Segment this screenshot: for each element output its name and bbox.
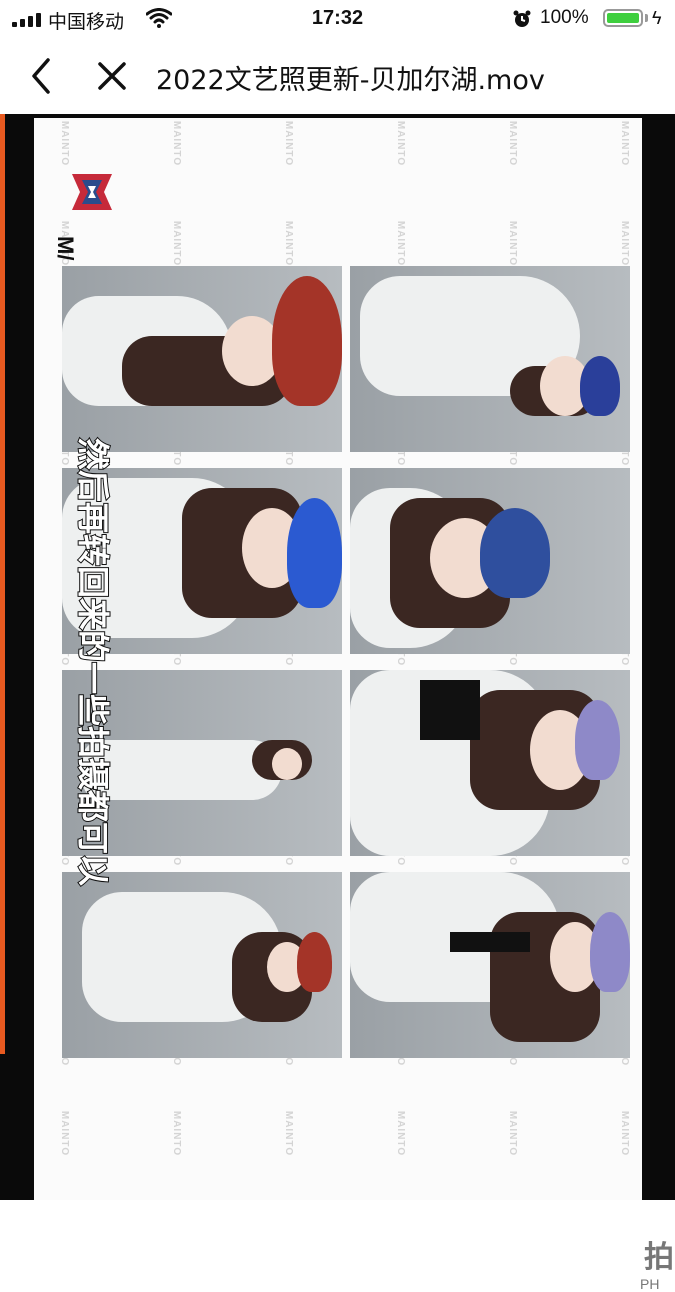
watermark-glyph: 拍 xyxy=(644,1241,674,1274)
photo-8 xyxy=(350,872,630,1058)
watermark-text: MAINTO xyxy=(395,220,407,267)
subtitle-caption: 然后再转回来的一些拍摄都可以 xyxy=(73,437,113,887)
watermark-text: MAINTO xyxy=(507,120,519,167)
watermark-text: MAINTO xyxy=(59,120,71,167)
watermark-text: MAINTO xyxy=(507,1110,519,1157)
video-frame: MAINTO MAINTO MAINTO MAINTO MAINTO MAINTO MAIN… xyxy=(34,118,642,1200)
watermark-text: MAINTO xyxy=(171,220,183,267)
nav-bar: 2022文艺照更新-贝加尔湖.mov xyxy=(0,36,675,114)
photo-6 xyxy=(350,670,630,856)
photo-4 xyxy=(350,468,630,654)
watermark-text: MAINTO xyxy=(619,120,631,167)
watermark-text: MAINTO xyxy=(171,120,183,167)
bolt-icon: ϟ xyxy=(652,8,662,28)
close-icon[interactable] xyxy=(96,60,128,92)
watermark-text: MAINTO xyxy=(395,120,407,167)
watermark-text: MAINTO xyxy=(283,120,295,167)
chevron-left-icon[interactable] xyxy=(26,56,58,96)
watermark-text: MAINTO xyxy=(395,1110,407,1157)
status-bar: 中国移动 17:32 100% ϟ xyxy=(0,0,675,36)
watermark-text: MAINTO xyxy=(507,220,519,267)
photo-2 xyxy=(350,266,630,452)
watermark-text: MAINTO xyxy=(619,220,631,267)
battery-percent: 100% xyxy=(540,7,589,28)
watermark-text: MAINTO xyxy=(283,220,295,267)
brand-logo xyxy=(72,174,112,210)
alarm-icon xyxy=(513,10,531,27)
watermark-text: MAINTO xyxy=(59,1110,71,1157)
photo-1 xyxy=(62,266,342,452)
page-title: 2022文艺照更新-贝加尔湖.mov xyxy=(156,65,545,96)
watermark-text: MAINTO xyxy=(171,1110,183,1157)
video-player[interactable]: MAINTO MAINTO MAINTO MAINTO MAINTO MAINTO MAIN… xyxy=(0,114,675,1292)
brand-text: M/ xyxy=(53,236,78,261)
watermark-text: MAINTO xyxy=(619,1110,631,1157)
accent-strip xyxy=(0,114,5,1054)
watermark-text: MAINTO xyxy=(283,1110,295,1157)
battery-icon xyxy=(603,9,643,27)
corner-text: PH xyxy=(640,1276,660,1292)
battery-fill xyxy=(607,13,639,23)
